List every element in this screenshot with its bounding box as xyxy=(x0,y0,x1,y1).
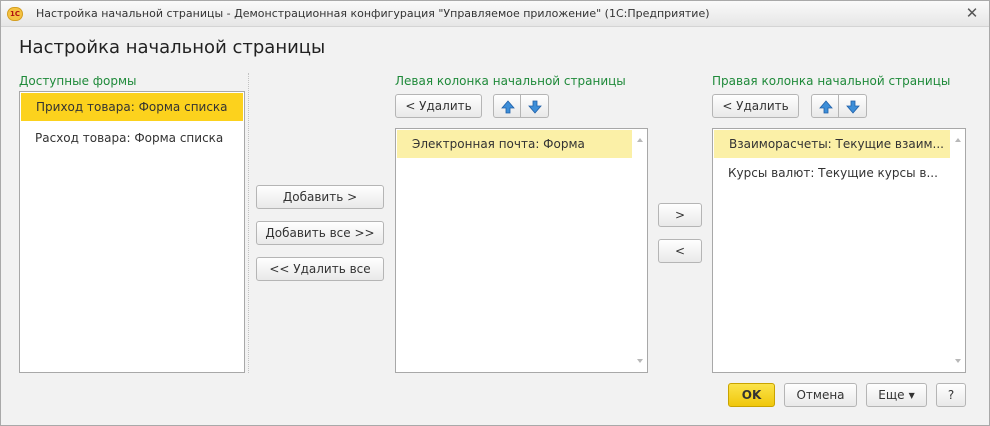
arrow-up-icon xyxy=(819,100,833,114)
arrow-down-icon xyxy=(528,100,542,114)
left-move-down-button[interactable] xyxy=(521,94,549,118)
dropdown-caret-icon: ▼ xyxy=(908,390,915,400)
remove-all-button[interactable]: << Удалить все xyxy=(256,257,384,281)
more-button[interactable]: Еще ▼ xyxy=(866,383,927,407)
scroll-up-icon[interactable] xyxy=(955,138,961,142)
app-logo-icon: 1С xyxy=(7,7,23,21)
list-item[interactable]: Взаиморасчеты: Текущие взаим... xyxy=(714,130,950,158)
scroll-down-icon[interactable] xyxy=(955,359,961,363)
available-forms-list[interactable]: Приход товара: Форма списка Расход товар… xyxy=(19,91,245,373)
left-move-up-button[interactable] xyxy=(493,94,521,118)
scroll-up-icon[interactable] xyxy=(637,138,643,142)
right-move-down-button[interactable] xyxy=(839,94,867,118)
more-label: Еще xyxy=(878,388,905,402)
scroll-down-icon[interactable] xyxy=(637,359,643,363)
list-item[interactable]: Курсы валют: Текущие курсы в... xyxy=(713,159,950,187)
left-column-list[interactable]: Электронная почта: Форма xyxy=(395,128,648,373)
scrollbar[interactable] xyxy=(633,129,647,372)
move-right-button[interactable]: > xyxy=(658,203,702,227)
right-column-list[interactable]: Взаиморасчеты: Текущие взаим... Курсы ва… xyxy=(712,128,966,373)
left-delete-button[interactable]: < Удалить xyxy=(395,94,482,118)
window-title: Настройка начальной страницы - Демонстра… xyxy=(36,7,710,20)
list-item[interactable]: Расход товара: Форма списка xyxy=(20,124,244,152)
separator xyxy=(248,73,249,373)
add-all-button[interactable]: Добавить все >> xyxy=(256,221,384,245)
right-column-label: Правая колонка начальной страницы xyxy=(712,74,951,88)
title-bar: 1С Настройка начальной страницы - Демонс… xyxy=(1,1,989,27)
move-left-button[interactable]: < xyxy=(658,239,702,263)
left-column-label: Левая колонка начальной страницы xyxy=(395,74,626,88)
close-icon[interactable]: ✕ xyxy=(963,4,981,22)
form-title: Настройка начальной страницы xyxy=(19,37,326,58)
right-move-up-button[interactable] xyxy=(811,94,839,118)
help-button[interactable]: ? xyxy=(936,383,966,407)
arrow-down-icon xyxy=(846,100,860,114)
ok-button[interactable]: OK xyxy=(728,383,775,407)
list-item[interactable]: Приход товара: Форма списка xyxy=(21,93,243,121)
right-delete-button[interactable]: < Удалить xyxy=(712,94,799,118)
cancel-button[interactable]: Отмена xyxy=(784,383,857,407)
dialog-window: 1С Настройка начальной страницы - Демонс… xyxy=(0,0,990,426)
add-button[interactable]: Добавить > xyxy=(256,185,384,209)
list-item[interactable]: Электронная почта: Форма xyxy=(397,130,632,158)
arrow-up-icon xyxy=(501,100,515,114)
scrollbar[interactable] xyxy=(951,129,965,372)
available-forms-label: Доступные формы xyxy=(19,74,137,88)
